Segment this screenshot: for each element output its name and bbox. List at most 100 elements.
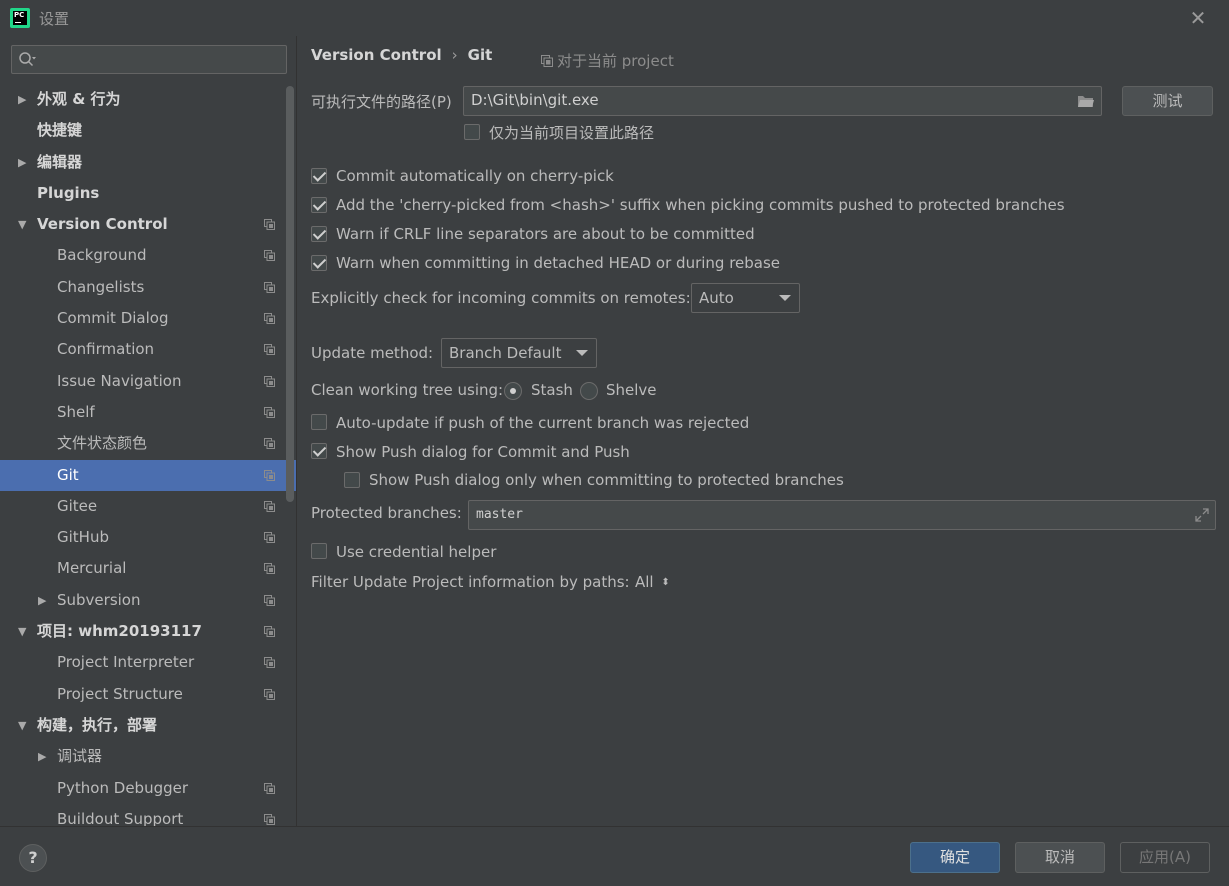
sidebar-item-gitee[interactable]: Gitee — [0, 491, 296, 522]
sidebar-item-changelists[interactable]: Changelists — [0, 272, 296, 303]
sidebar-item-git[interactable]: Git — [0, 459, 296, 491]
help-button[interactable]: ? — [19, 844, 47, 872]
stash-label: Stash — [531, 381, 573, 399]
cancel-button[interactable]: 取消 — [1015, 842, 1105, 873]
show-push-protected-label: Show Push dialog only when committing to… — [369, 471, 844, 489]
sidebar-item-label: Issue Navigation — [57, 371, 182, 390]
show-push-protected-checkbox[interactable] — [344, 472, 360, 488]
incoming-commits-select[interactable]: Auto — [691, 283, 800, 313]
sidebar-item-project-structure[interactable]: Project Structure — [0, 679, 296, 710]
expand-down-icon[interactable]: ▼ — [18, 616, 30, 647]
project-scope-note: 对于当前 project — [541, 50, 674, 71]
cherry-pick-suffix-checkbox[interactable] — [311, 197, 327, 213]
incoming-commits-label: Explicitly check for incoming commits on… — [311, 289, 691, 307]
expand-down-icon[interactable]: ▼ — [18, 710, 30, 741]
sidebar-item-item-11[interactable]: 文件状态颜色 — [0, 428, 296, 459]
sidebar-item-confirmation[interactable]: Confirmation — [0, 334, 296, 365]
window-title: 设置 — [39, 10, 70, 28]
show-push-dialog-label: Show Push dialog for Commit and Push — [336, 443, 630, 461]
sidebar-item-buildout-support[interactable]: Buildout Support — [0, 804, 296, 826]
exe-path-value: D:\Git\bin\git.exe — [471, 91, 599, 109]
breadcrumb-parent[interactable]: Version Control — [311, 46, 442, 64]
cherry-pick-auto-commit-checkbox[interactable] — [311, 168, 327, 184]
ok-button[interactable]: 确定 — [910, 842, 1000, 873]
search-input[interactable] — [11, 45, 287, 74]
shelve-radio[interactable] — [580, 382, 598, 400]
test-button[interactable]: 测试 — [1122, 86, 1213, 116]
project-scope-icon — [264, 406, 275, 418]
sidebar-item-label: Python Debugger — [57, 778, 189, 797]
filter-update-label: Filter Update Project information by pat… — [311, 573, 630, 591]
sidebar-item-label: Project Interpreter — [57, 653, 195, 672]
sidebar-item-github[interactable]: GitHub — [0, 522, 296, 553]
sidebar-item-label: 项目: whm20193117 — [37, 622, 202, 641]
auto-update-label: Auto-update if push of the current branc… — [336, 414, 750, 432]
project-scope-icon — [264, 469, 275, 481]
sidebar-item-background[interactable]: Background — [0, 240, 296, 271]
auto-update-checkbox[interactable] — [311, 414, 327, 430]
sidebar-item-item-20[interactable]: ▼ 构建，执行，部署 — [0, 710, 296, 741]
sidebar-item-item-2[interactable]: ▶ 编辑器 — [0, 147, 296, 178]
sidebar-item-label: Gitee — [57, 496, 98, 515]
sidebar-item-subversion[interactable]: ▶ Subversion — [0, 585, 296, 616]
expand-icon[interactable] — [1195, 508, 1209, 522]
sidebar-item-python-debugger[interactable]: Python Debugger — [0, 773, 296, 804]
credential-helper-label: Use credential helper — [336, 543, 497, 561]
stash-radio[interactable] — [504, 382, 522, 400]
sidebar-item-label: Shelf — [57, 402, 95, 421]
up-down-icon: ⬍ — [661, 577, 670, 588]
crlf-warn-label: Warn if CRLF line separators are about t… — [336, 225, 755, 243]
chevron-down-icon — [576, 350, 588, 356]
credential-helper-checkbox[interactable] — [311, 543, 327, 559]
project-scope-icon — [264, 500, 275, 512]
sidebar-item-shelf[interactable]: Shelf — [0, 397, 296, 428]
sidebar-item-project-interpreter[interactable]: Project Interpreter — [0, 647, 296, 678]
detached-head-warn-checkbox[interactable] — [311, 255, 327, 271]
filter-update-value: All — [635, 573, 654, 591]
filter-update-select[interactable]: All ⬍ — [635, 573, 670, 591]
apply-button[interactable]: 应用(A) — [1120, 842, 1210, 873]
sidebar-item-label: 构建，执行，部署 — [37, 715, 158, 734]
sidebar-item-mercurial[interactable]: Mercurial — [0, 553, 296, 584]
close-icon[interactable]: ✕ — [1188, 8, 1208, 28]
sidebar-item-item-21[interactable]: ▶ 调试器 — [0, 741, 296, 772]
project-scope-icon — [541, 55, 553, 67]
protected-branches-input[interactable]: master — [468, 500, 1216, 530]
settings-tree: ▶ 外观 & 行为 快捷键 ▶ 编辑器 Plugins ▼ Version Control Ba… — [0, 84, 296, 826]
clean-tree-label: Clean working tree using: — [311, 381, 504, 399]
project-scope-icon — [264, 219, 275, 231]
sidebar-item-label: 调试器 — [57, 747, 103, 766]
protected-branches-value: master — [476, 507, 523, 522]
folder-icon[interactable] — [1077, 94, 1095, 108]
expand-right-icon[interactable]: ▶ — [38, 585, 50, 616]
sidebar-item-issue-navigation[interactable]: Issue Navigation — [0, 366, 296, 397]
sidebar-item-whm20193117[interactable]: ▼ 项目: whm20193117 — [0, 616, 296, 647]
breadcrumb-current: Git — [467, 46, 493, 64]
expand-right-icon[interactable]: ▶ — [18, 84, 30, 115]
incoming-commits-value: Auto — [699, 289, 734, 307]
protected-branches-label: Protected branches: — [311, 504, 462, 522]
pycharm-logo-icon: PC — [10, 8, 30, 28]
sidebar-item-label: Subversion — [57, 590, 141, 609]
chevron-down-icon — [779, 295, 791, 301]
project-scope-icon — [264, 438, 275, 450]
sidebar-item-item-1[interactable]: 快捷键 — [0, 115, 296, 146]
sidebar-item-item-0[interactable]: ▶ 外观 & 行为 — [0, 84, 296, 115]
sidebar-scrollbar[interactable] — [286, 86, 294, 502]
sidebar-item-label: 编辑器 — [37, 152, 83, 171]
project-scope-icon — [264, 626, 275, 638]
sidebar-item-label: Project Structure — [57, 684, 183, 703]
sidebar-item-commit-dialog[interactable]: Commit Dialog — [0, 303, 296, 334]
expand-down-icon[interactable]: ▼ — [18, 209, 30, 240]
exe-path-input[interactable]: D:\Git\bin\git.exe — [463, 86, 1102, 116]
sidebar-item-label: Changelists — [57, 277, 145, 296]
show-push-dialog-checkbox[interactable] — [311, 443, 327, 459]
sidebar-item-plugins[interactable]: Plugins — [0, 178, 296, 209]
crlf-warn-checkbox[interactable] — [311, 226, 327, 242]
exe-path-label: 可执行文件的路径(P) — [311, 93, 452, 111]
update-method-select[interactable]: Branch Default — [441, 338, 597, 368]
expand-right-icon[interactable]: ▶ — [38, 741, 50, 772]
sidebar-item-version-control[interactable]: ▼ Version Control — [0, 209, 296, 240]
expand-right-icon[interactable]: ▶ — [18, 147, 30, 178]
project-only-checkbox[interactable] — [464, 124, 480, 140]
